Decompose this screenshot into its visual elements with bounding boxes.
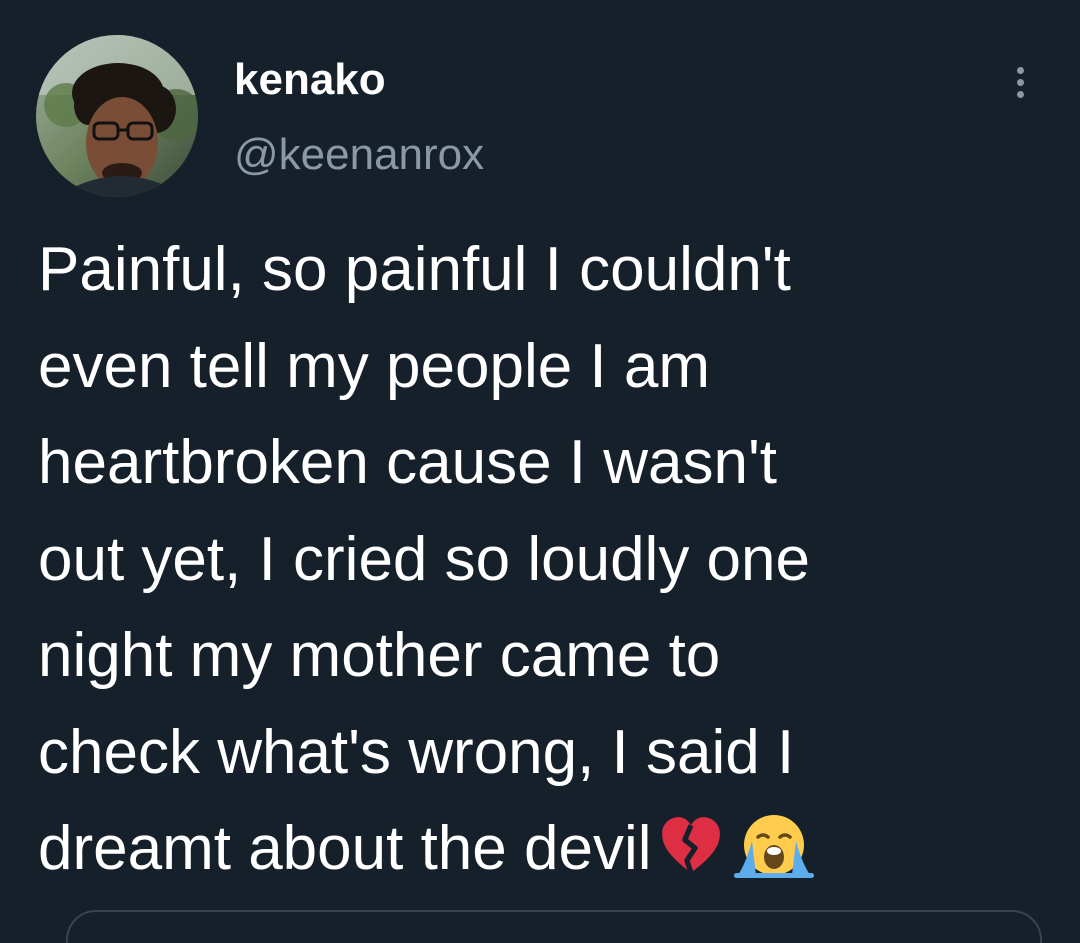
loudly-crying-face-emoji	[730, 813, 818, 879]
quoted-tweet-card[interactable]	[66, 910, 1042, 943]
ellipsis-dot	[1016, 90, 1024, 98]
ellipsis-vertical-icon	[1016, 66, 1024, 74]
ellipsis-dot	[1016, 78, 1024, 86]
profile-photo-icon	[36, 35, 198, 197]
user-handle[interactable]: @keenanrox	[234, 127, 484, 183]
more-options-button[interactable]	[996, 56, 1044, 108]
tweet-body: Painful, so painful I couldn't even tell…	[38, 235, 811, 883]
tweet-card: kenako @keenanrox Painful, so painful I …	[0, 0, 1080, 943]
display-name[interactable]: kenako	[234, 52, 386, 108]
broken-heart-emoji	[658, 813, 724, 879]
avatar[interactable]	[36, 35, 198, 197]
tweet-text: Painful, so painful I couldn't even tell…	[38, 222, 1048, 898]
